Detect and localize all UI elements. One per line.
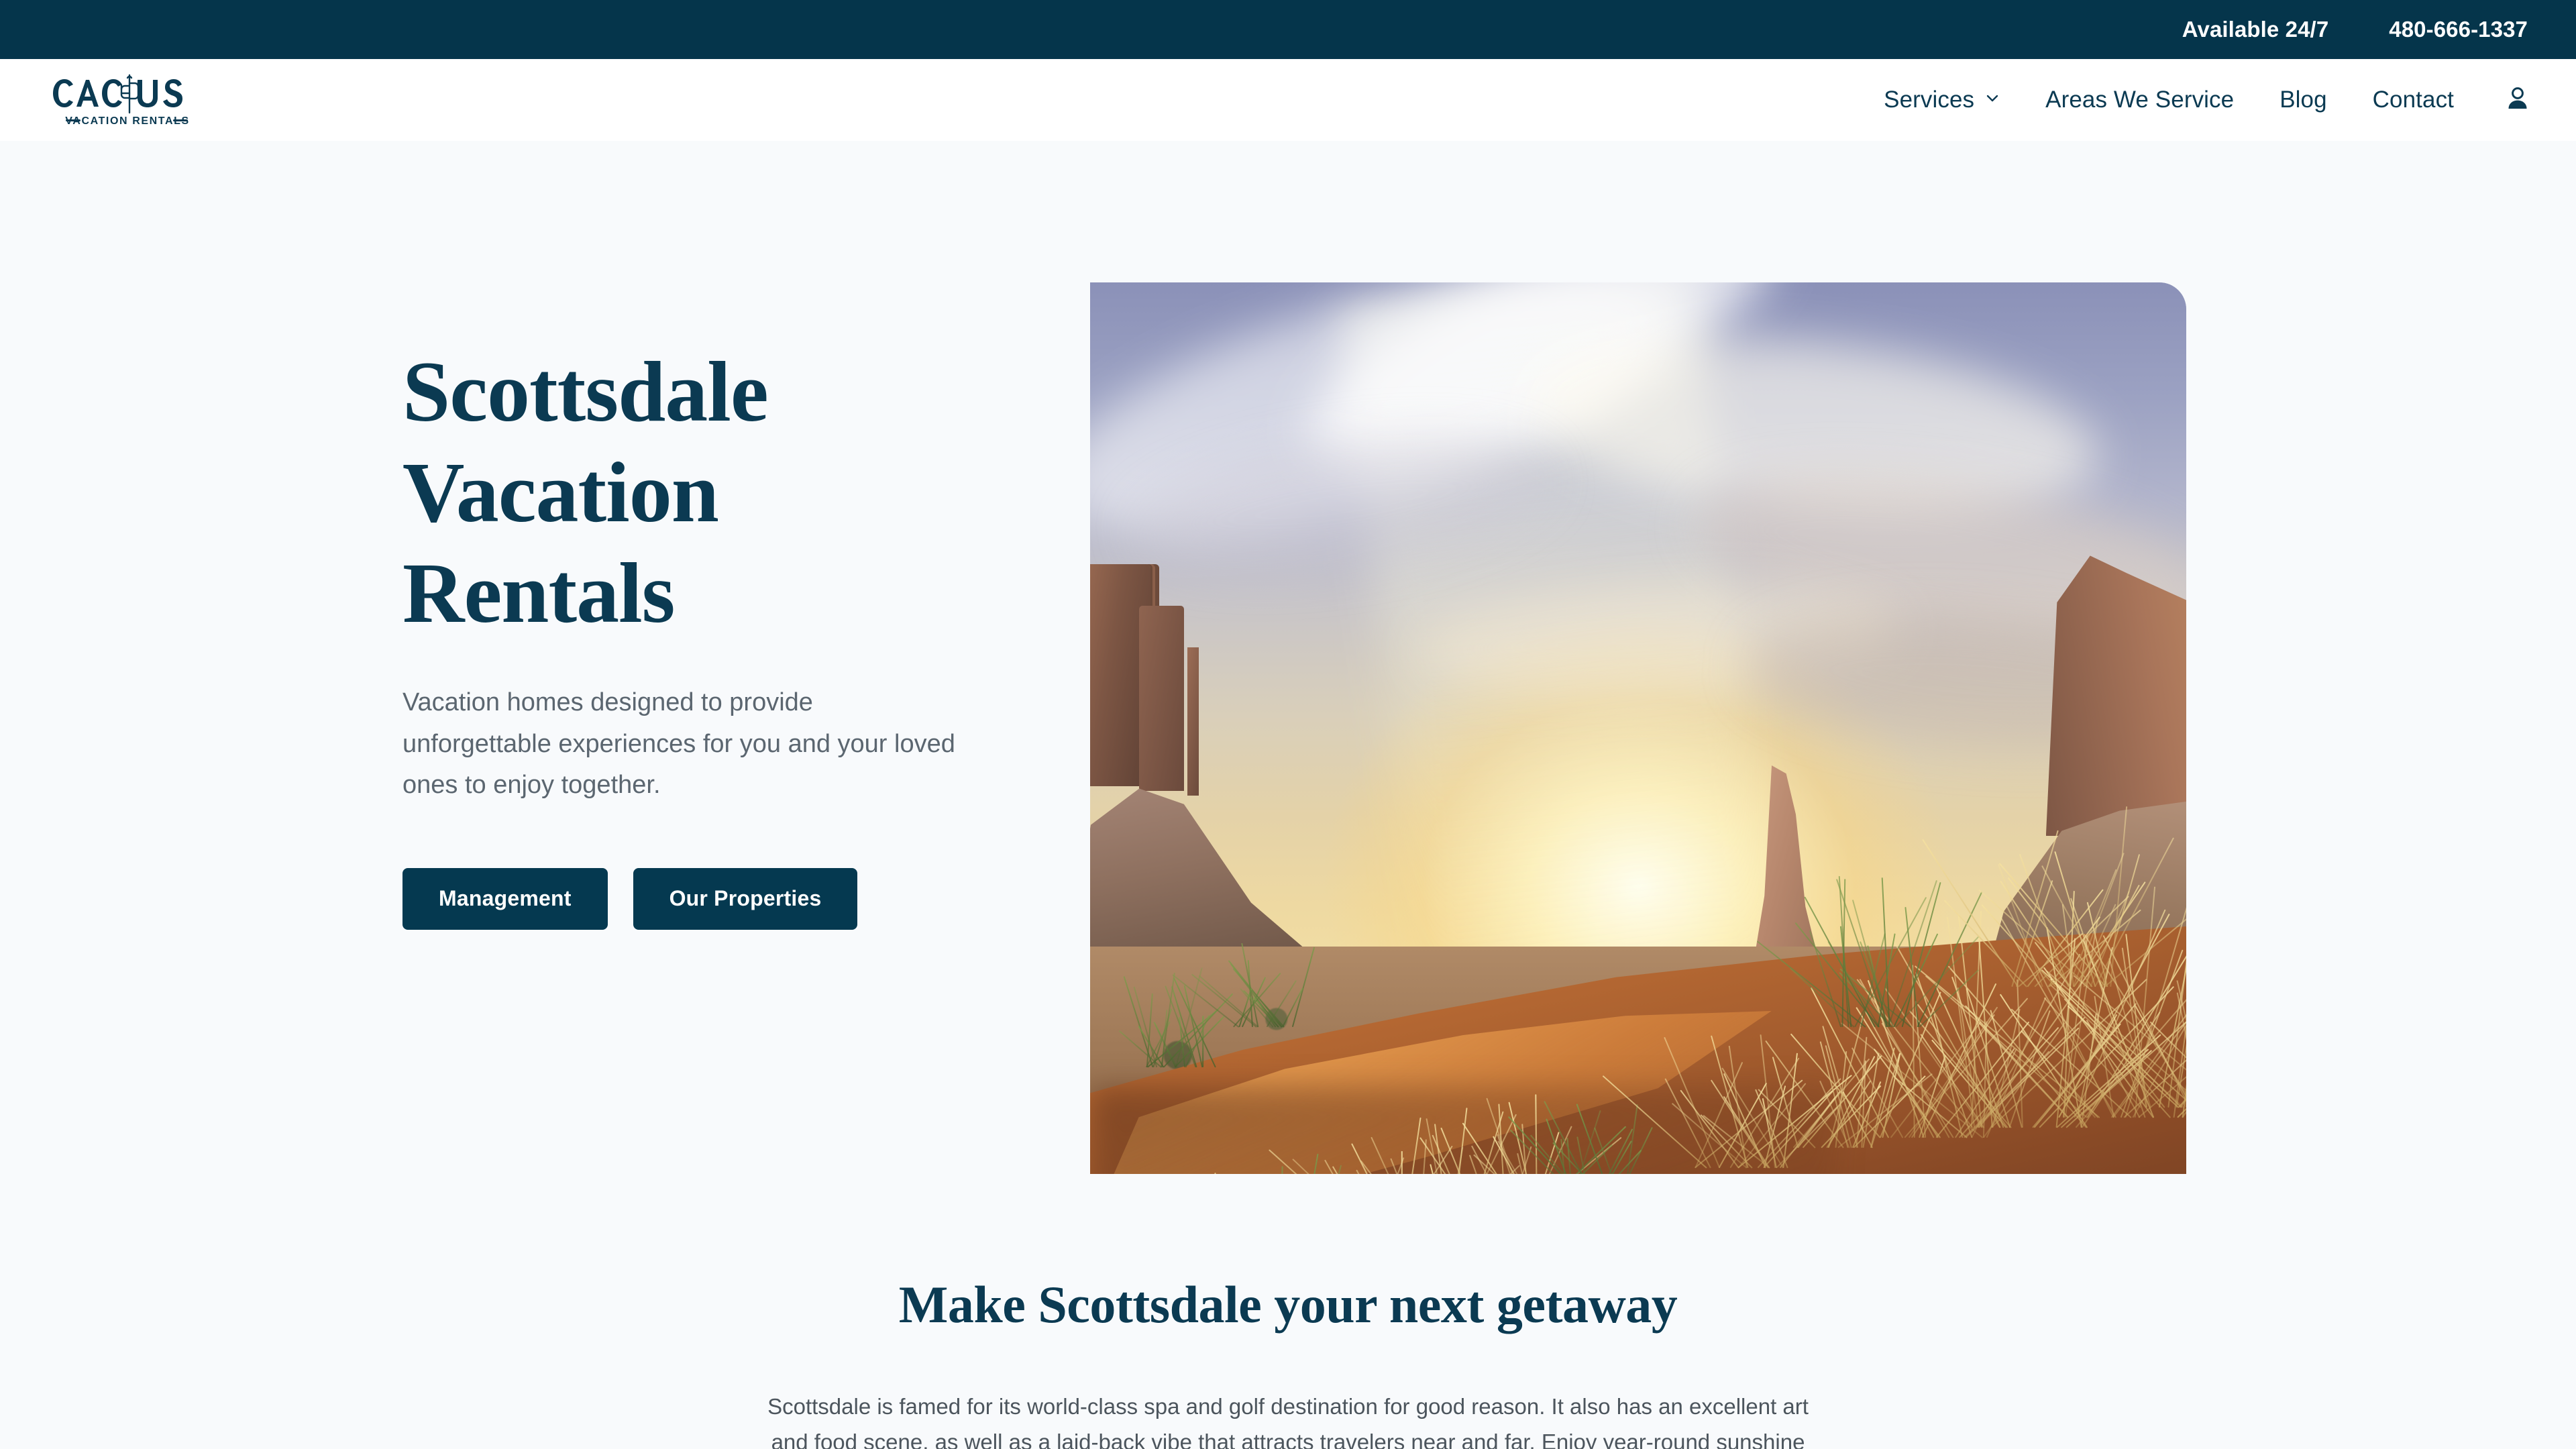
hero-title-line-2: Vacation <box>402 443 1006 543</box>
hero-copy: Scottsdale Vacation Rentals Vacation hom… <box>402 342 1006 930</box>
top-utility-bar-content: Available 24/7 480-666-1337 <box>2182 17 2576 42</box>
user-account-icon <box>2504 85 2532 116</box>
hero-title-line-1: Scottsdale <box>402 342 1006 443</box>
hero-subtitle: Vacation homes designed to provide unfor… <box>402 682 959 806</box>
management-button[interactable]: Management <box>402 868 608 930</box>
nav-item-label: Blog <box>2279 87 2326 113</box>
grass-tuft <box>1145 960 1219 1067</box>
phone-number-link[interactable]: 480-666-1337 <box>2389 17 2528 42</box>
nav-item-areas-we-service[interactable]: Areas We Service <box>2023 87 2257 113</box>
availability-label: Available 24/7 <box>2182 17 2328 42</box>
section-title: Make Scottsdale your next getaway <box>0 1275 2576 1335</box>
grass-tuft <box>1835 866 1923 1027</box>
grass-tuft <box>2131 886 2186 1108</box>
nav-item-contact[interactable]: Contact <box>2350 87 2477 113</box>
nav-item-blog[interactable]: Blog <box>2257 87 2349 113</box>
grass-tuft <box>2011 806 2112 987</box>
nav-item-label: Contact <box>2373 87 2454 113</box>
nav-item-services[interactable]: Services <box>1861 87 2023 113</box>
logo-link[interactable]: VACATION RENTALS <box>0 71 204 129</box>
getaway-section: Make Scottsdale your next getaway Scotts… <box>0 1174 2576 1449</box>
page-title: Scottsdale Vacation Rentals <box>402 342 1006 643</box>
site-header: VACATION RENTALS Services Areas We Servi… <box>0 59 2576 141</box>
hero-section: Scottsdale Vacation Rentals Vacation hom… <box>0 141 2576 1174</box>
account-button[interactable] <box>2477 85 2532 116</box>
our-properties-button[interactable]: Our Properties <box>633 868 858 930</box>
grass-tuft <box>1232 940 1293 1027</box>
hero-cta-group: Management Our Properties <box>402 868 1006 930</box>
top-utility-bar: Available 24/7 480-666-1337 <box>0 0 2576 59</box>
hero-title-line-3: Rentals <box>402 543 1006 644</box>
grass-tuft <box>1562 1087 1625 1188</box>
section-body-text: Scottsdale is famed for its world-class … <box>765 1389 1811 1449</box>
main-navigation: Services Areas We Service Blog Contact <box>1861 85 2576 116</box>
logo-tagline: VACATION RENTALS <box>65 115 190 127</box>
cactus-vacation-rentals-logo: VACATION RENTALS <box>51 71 204 129</box>
grass-tuft <box>1693 1014 1787 1168</box>
hero-image <box>1090 282 2186 1289</box>
nav-item-label: Services <box>1884 87 1974 113</box>
chevron-down-icon <box>1985 91 2000 105</box>
nav-item-label: Areas We Service <box>2045 87 2234 113</box>
